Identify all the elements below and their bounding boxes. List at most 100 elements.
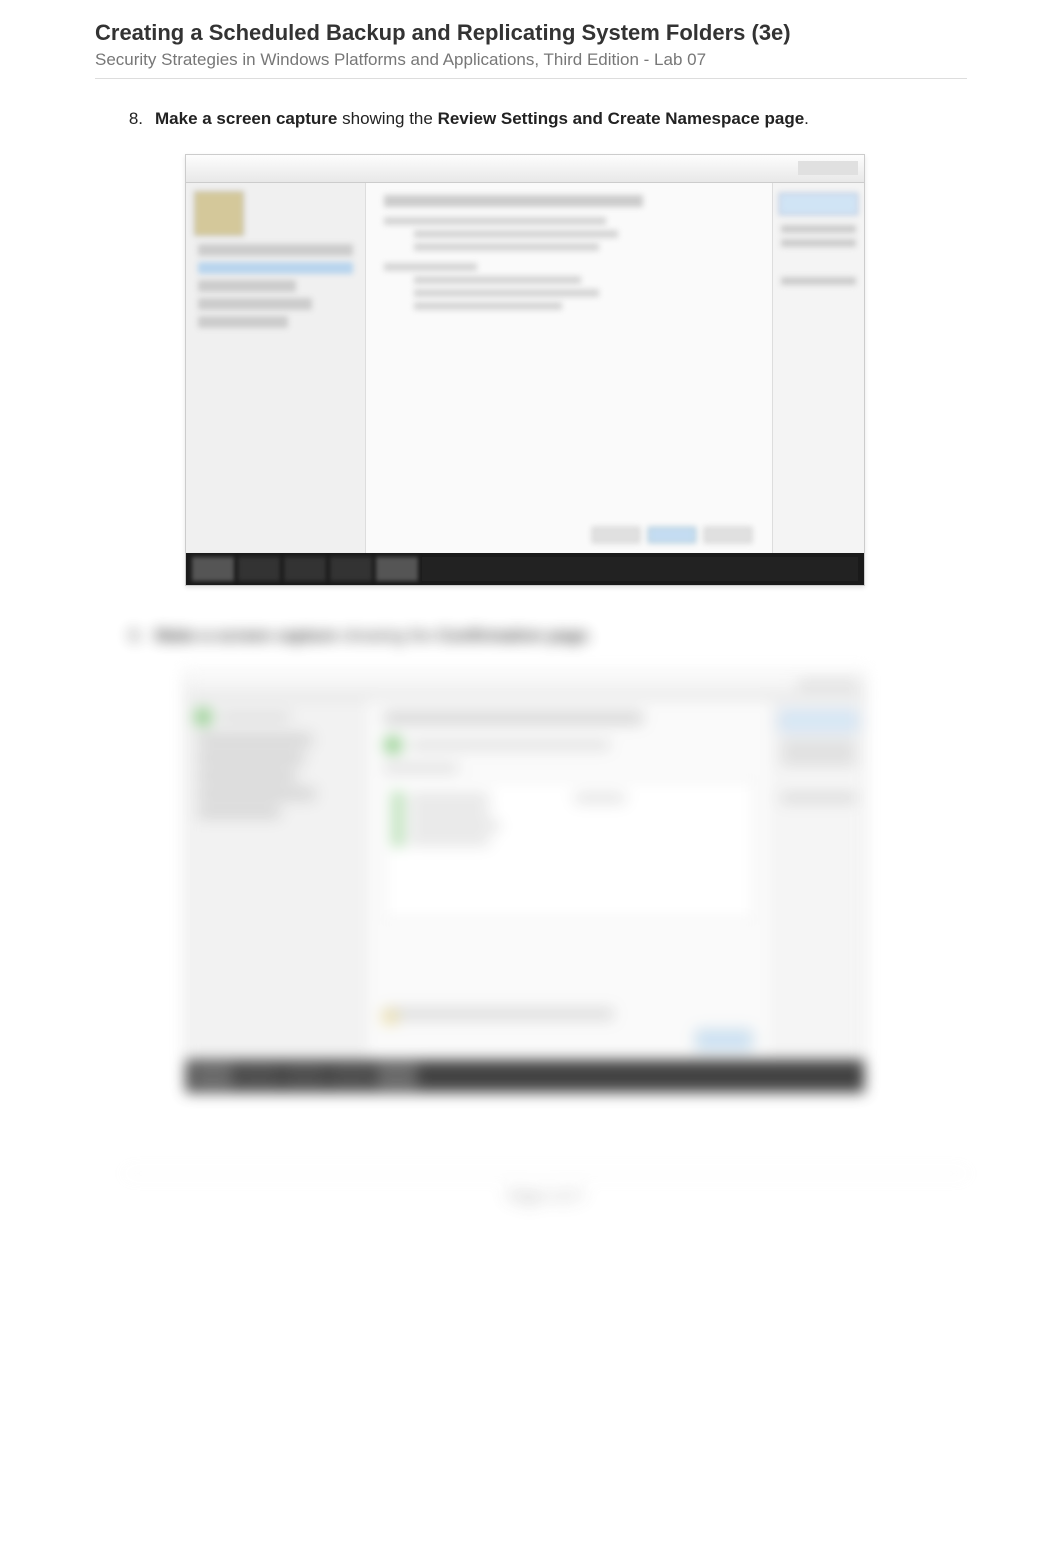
text-line [414, 302, 562, 310]
taskbar [186, 1060, 864, 1092]
action-line [781, 742, 856, 750]
tasks-label [384, 764, 458, 772]
create-button [648, 527, 696, 543]
success-icon [393, 793, 403, 803]
window-body [186, 700, 864, 1060]
step-bold-2: Confirmation page [438, 626, 588, 645]
step-mid: showing the [337, 109, 437, 128]
locked-content: 9. Make a screen capture showing the Con… [125, 626, 967, 1205]
text-line [414, 243, 599, 251]
action-line [781, 225, 856, 233]
text-line [414, 289, 599, 297]
wizard-buttons [592, 527, 752, 543]
action-line [781, 239, 856, 247]
step-9: 9. Make a screen capture showing the Con… [125, 626, 967, 1093]
action-line [781, 277, 856, 285]
result-text [409, 794, 489, 802]
result-text [409, 808, 489, 816]
step-number: 8. [125, 109, 155, 129]
previous-button [592, 527, 640, 543]
taskbar-fill [422, 1064, 858, 1088]
document-subtitle: Security Strategies in Windows Platforms… [95, 50, 967, 70]
screenshot-1 [185, 154, 865, 586]
result-row [393, 807, 745, 817]
wizard-main [366, 183, 772, 553]
warning-icon [384, 1011, 396, 1023]
result-row [393, 821, 745, 831]
sidebar-item [198, 806, 280, 818]
sidebar-item [198, 752, 304, 764]
window-titlebar [186, 672, 864, 700]
task-item [238, 1064, 280, 1088]
success-text [410, 741, 610, 749]
task-item [376, 557, 418, 581]
step-number: 9. [125, 626, 155, 646]
step-line: 8. Make a screen capture showing the Rev… [125, 109, 967, 129]
task-item [284, 557, 326, 581]
page-heading [384, 195, 643, 207]
action-line [781, 756, 856, 764]
result-status [575, 794, 625, 802]
wizard-sidebar [186, 183, 366, 553]
page-number: Page 4 of 7 [508, 1188, 585, 1205]
window-body [186, 183, 864, 553]
step-bold-1: Make a screen capture [155, 626, 337, 645]
screenshot-1-wrap [185, 154, 967, 586]
page-heading [384, 712, 643, 724]
status-label [220, 713, 290, 721]
result-row [393, 793, 745, 803]
start-button [192, 557, 234, 581]
footer-link [384, 1008, 614, 1020]
result-text [409, 836, 489, 844]
sidebar-item-selected [198, 262, 353, 274]
sidebar-item [198, 298, 312, 310]
result-text [409, 822, 499, 830]
check-icon [194, 708, 212, 726]
task-item [376, 1064, 418, 1088]
sidebar-item [198, 788, 315, 800]
document-content: 8. Make a screen capture showing the Rev… [95, 109, 967, 1205]
wizard-main [366, 700, 772, 1060]
step-bold-1: Make a screen capture [155, 109, 337, 128]
action-line [781, 794, 856, 802]
success-icon [393, 821, 403, 831]
close-button [696, 1030, 752, 1050]
step-tail: . [804, 109, 809, 128]
task-item [238, 557, 280, 581]
success-icon [393, 807, 403, 817]
cancel-button [704, 527, 752, 543]
actions-panel [772, 700, 864, 1060]
screenshot-2-wrap [185, 671, 967, 1093]
action-button [779, 193, 858, 215]
step-tail: . [588, 626, 593, 645]
sidebar-item [198, 734, 312, 746]
action-button [779, 710, 858, 732]
document-title: Creating a Scheduled Backup and Replicat… [95, 20, 967, 46]
text-line [384, 263, 477, 271]
screenshot-2 [185, 671, 865, 1093]
actions-panel [772, 183, 864, 553]
text-line [414, 276, 581, 284]
task-item [284, 1064, 326, 1088]
sidebar-item [198, 770, 296, 782]
document-header: Creating a Scheduled Backup and Replicat… [95, 20, 967, 79]
text-line [414, 230, 618, 238]
success-icon [393, 835, 403, 845]
step-8: 8. Make a screen capture showing the Rev… [125, 109, 967, 586]
text-line [384, 217, 606, 225]
taskbar [186, 553, 864, 585]
check-icon [384, 736, 402, 754]
step-text: Make a screen capture showing the Confir… [155, 626, 967, 646]
success-row [384, 736, 754, 754]
task-item [330, 557, 372, 581]
sidebar-item [198, 316, 288, 328]
taskbar-fill [422, 557, 858, 581]
start-button [192, 1064, 234, 1088]
task-item [330, 1064, 372, 1088]
step-mid: showing the [337, 626, 437, 645]
window-titlebar [186, 155, 864, 183]
sidebar-item [198, 244, 353, 256]
step-text: Make a screen capture showing the Review… [155, 109, 967, 129]
status-row [194, 708, 357, 726]
step-line: 9. Make a screen capture showing the Con… [125, 626, 967, 646]
